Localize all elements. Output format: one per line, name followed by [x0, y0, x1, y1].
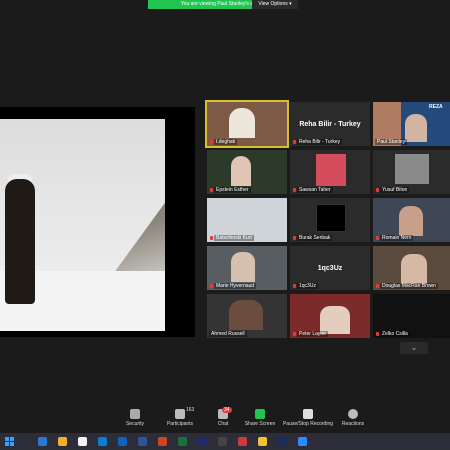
shared-image [0, 119, 165, 331]
participants-label: Participants [166, 421, 194, 427]
tile-batschinski-kurt[interactable]: Batschinski Kurt [207, 198, 287, 242]
participant-video [320, 306, 350, 334]
people-icon [175, 409, 185, 419]
participant-name: Romain Nero [380, 235, 414, 241]
participant-video [229, 300, 263, 330]
participant-video [401, 254, 427, 284]
mic-muted-icon [293, 140, 296, 144]
mic-muted-icon [210, 236, 213, 240]
view-options-button[interactable]: View Options ▾ [252, 0, 298, 9]
mic-muted-icon [376, 236, 379, 240]
edge-icon[interactable] [118, 437, 127, 446]
excel-icon[interactable] [178, 437, 187, 446]
participant-face [405, 114, 427, 142]
shield-icon [130, 409, 140, 419]
tile-1qc3uz[interactable]: 1qc3Uz 1qc3Uz [290, 246, 370, 290]
folder-icon[interactable] [58, 437, 67, 446]
windows-start-icon[interactable] [5, 437, 14, 446]
participant-video [231, 252, 255, 282]
participant-video [395, 154, 429, 184]
participant-name: Zelko Csilla [380, 331, 410, 337]
mic-muted-icon [376, 188, 379, 192]
participant-name: Ahmed Russell [209, 331, 247, 337]
tile-romain-nero[interactable]: Romain Nero [373, 198, 450, 242]
tile-t-deghati[interactable]: t.deghati [205, 100, 289, 148]
mic-muted-icon [293, 188, 296, 192]
reactions-button[interactable]: Reactions [338, 405, 368, 427]
chat-badge: 34 [222, 407, 232, 413]
mic-muted-icon [210, 140, 213, 144]
mic-muted-icon [210, 284, 213, 288]
app-icon-3[interactable] [218, 437, 227, 446]
participant-center-name: 1qc3Uz [317, 265, 343, 272]
zoom-icon[interactable] [298, 437, 307, 446]
participant-name: Yusuf Biton [380, 187, 410, 193]
tile-ahmed-russell[interactable]: Ahmed Russell [207, 294, 287, 338]
participant-video [231, 156, 251, 186]
word-icon[interactable] [138, 437, 147, 446]
mail-icon[interactable] [98, 437, 107, 446]
tile-paul-stanley[interactable]: REZA Paul Stanley [373, 102, 450, 146]
participants-button[interactable]: Participants 163 [160, 405, 200, 427]
share-screen-button[interactable]: Share Screen [243, 405, 277, 427]
security-label: Security [125, 421, 145, 427]
participant-name: t.deghati [214, 139, 238, 145]
participant-name: 1qc3Uz [297, 283, 318, 289]
security-button[interactable]: Security [120, 405, 150, 427]
tile-epstein-esther[interactable]: Epstein Esther [207, 150, 287, 194]
participant-image [316, 154, 346, 186]
pause-recording-button[interactable]: Pause/Stop Recording [282, 405, 334, 427]
pause-icon [303, 409, 313, 419]
mic-muted-icon [376, 332, 379, 336]
tile-douglas-macrae-brown[interactable]: Douglas MacRae Brown [373, 246, 450, 290]
pause-recording-label: Pause/Stop Recording [282, 421, 334, 427]
participant-name: Sawsan Taher [297, 187, 333, 193]
reactions-icon [348, 409, 358, 419]
tile-burak-senbak[interactable]: Burak Senbak [290, 198, 370, 242]
mic-muted-icon [293, 332, 296, 336]
participant-name: Epstein Esther [214, 187, 251, 193]
chevron-down-icon: ⌄ [410, 343, 418, 352]
chat-label: Chat [217, 421, 229, 427]
chat-button[interactable]: 34 Chat [210, 405, 236, 427]
participant-name: Burak Senbak [297, 235, 333, 241]
participant-name: Douglas MacRae Brown [380, 283, 438, 289]
participant-name: Marie Hyvernaud [214, 283, 257, 289]
tile-marie-hyvernaud[interactable]: Marie Hyvernaud [207, 246, 287, 290]
share-screen-icon [255, 409, 265, 419]
participant-name: Reha Bilir - Turkey [297, 139, 343, 145]
tile-peter-layne[interactable]: Peter Layne [290, 294, 370, 338]
mic-muted-icon [210, 188, 213, 192]
powerpoint-icon[interactable] [158, 437, 167, 446]
tile-sawsan-taher[interactable]: Sawsan Taher [290, 150, 370, 194]
participant-name: Paul Stanley [375, 139, 408, 145]
participant-name: Batschinski Kurt [214, 235, 254, 241]
participant-center-name: Reha Bilir - Turkey [299, 121, 361, 128]
tile-yusuf-biton[interactable]: Yusuf Biton [373, 150, 450, 194]
tile-zelko-csilla[interactable]: Zelko Csilla [373, 294, 450, 338]
chrome-icon[interactable] [258, 437, 267, 446]
app-icon-2[interactable] [78, 437, 87, 446]
person-shape [5, 179, 35, 304]
participant-image [316, 204, 346, 232]
participant-name: Peter Layne [297, 331, 328, 337]
participants-count: 163 [186, 407, 195, 413]
participant-video [399, 206, 423, 236]
share-screen-label: Share Screen [244, 421, 276, 427]
meeting-toolbar: Security Participants 163 34 Chat Share … [0, 405, 450, 433]
gallery-next-button[interactable]: ⌄ [400, 342, 428, 354]
mic-muted-icon [293, 284, 296, 288]
photoshop-icon[interactable] [278, 437, 287, 446]
mic-muted-icon [293, 236, 296, 240]
mic-muted-icon [376, 284, 379, 288]
reactions-label: Reactions [341, 421, 365, 427]
app-icon-4[interactable] [238, 437, 247, 446]
shared-screen [0, 107, 195, 337]
participant-video [229, 108, 255, 138]
app-icon-1[interactable] [38, 437, 47, 446]
shared-thumb-label: REZA [429, 104, 443, 110]
os-taskbar [0, 433, 450, 450]
lightroom-icon[interactable] [198, 437, 207, 446]
tile-reha-bilir[interactable]: Reha Bilir - Turkey Reha Bilir - Turkey [290, 102, 370, 146]
